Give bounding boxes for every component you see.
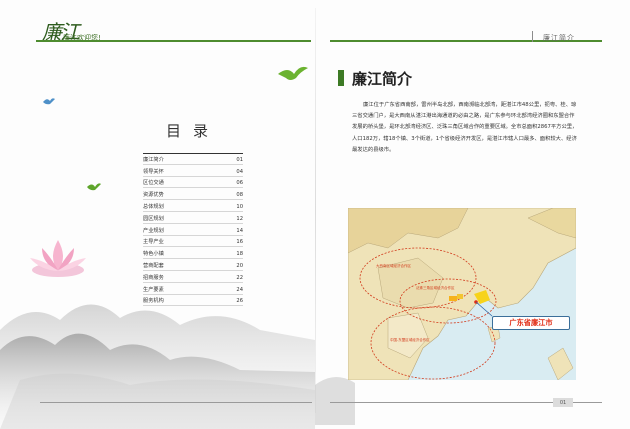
location-callout: 广东省廉江市	[492, 316, 570, 330]
toc-title: 目录	[166, 122, 221, 140]
toc-item-page: 14	[236, 227, 243, 234]
toc-item-page: 20	[236, 262, 243, 269]
lotus-flower-illustration	[30, 240, 86, 277]
toc-item-label: 服务机构	[143, 298, 164, 305]
toc-item[interactable]: 资源优势 08	[143, 188, 243, 201]
toc-item-label: 生产要素	[143, 286, 164, 293]
toc-item-label: 总体规划	[143, 203, 164, 210]
toc-item-label: 资源优势	[143, 192, 164, 199]
toc-item-label: 特色小镇	[143, 251, 164, 258]
zone-label-pan-prd: 泛珠三角区域经济合作区	[416, 286, 455, 290]
bird-icon	[278, 66, 308, 80]
brochure-spread: 廉江 廉江欢迎您! 廉江简介 目录 廉江简介 01 领导关怀 04 区位交通 0…	[0, 0, 630, 429]
toc-item[interactable]: 营商配套 20	[143, 259, 243, 271]
toc-item-page: 12	[236, 215, 243, 222]
toc-item-label: 廉江简介	[143, 156, 164, 163]
zone-label-asean: 中国-东盟区域经济合作区	[390, 338, 430, 342]
small-bird-icon	[43, 98, 55, 105]
toc-item-page: 26	[236, 298, 243, 305]
toc-item[interactable]: 特色小镇 18	[143, 247, 243, 260]
toc-item-page: 24	[236, 286, 243, 293]
toc-item[interactable]: 主导产业 16	[143, 236, 243, 248]
toc-item-page: 06	[236, 180, 243, 187]
toc-item-page: 22	[236, 274, 243, 281]
footer-rule-left	[40, 402, 312, 403]
section-tab: 廉江简介	[543, 34, 575, 42]
toc-item[interactable]: 廉江简介 01	[143, 153, 243, 165]
toc-item-label: 领导关怀	[143, 168, 164, 175]
section-tab-mark	[532, 31, 533, 42]
small-bird-icon-2	[87, 183, 101, 191]
map-illustration	[348, 208, 576, 380]
toc-item-label: 营商配套	[143, 262, 164, 269]
toc-item[interactable]: 产业规划 14	[143, 224, 243, 236]
zone-label-southwest: 大西南区域经济合作区	[376, 264, 411, 268]
page-number: 01	[553, 398, 573, 407]
toc-item-page: 10	[236, 203, 243, 210]
toc-item[interactable]: 区位交通 06	[143, 177, 243, 189]
toc-item-page: 18	[236, 251, 243, 258]
page-title: 廉江简介	[352, 70, 413, 88]
regional-map: 大西南区域经济合作区 泛珠三角区域经济合作区 中国-东盟区域经济合作区	[348, 208, 576, 380]
toc-item[interactable]: 总体规划 10	[143, 200, 243, 212]
toc-item[interactable]: 领导关怀 04	[143, 165, 243, 177]
toc-item-page: 08	[236, 192, 243, 199]
toc-item-label: 主导产业	[143, 239, 164, 246]
toc-item[interactable]: 生产要素 24	[143, 283, 243, 295]
toc-item-label: 区位交通	[143, 180, 164, 187]
toc-item[interactable]: 园区规划 12	[143, 212, 243, 224]
toc-item-label: 招商服务	[143, 274, 164, 281]
title-accent-bar	[338, 70, 344, 86]
toc-item-page: 04	[236, 168, 243, 175]
toc-item-label: 园区规划	[143, 215, 164, 222]
toc-item-page: 01	[236, 156, 243, 163]
toc-item-page: 16	[236, 239, 243, 246]
toc-item[interactable]: 服务机构 26	[143, 295, 243, 307]
intro-paragraph: 廉江位于广东省西南部，雷州半岛北部，西南濒临北部湾，距湛江市48公里，扼粤、桂、…	[352, 102, 578, 153]
toc-list: 廉江简介 01 领导关怀 04 区位交通 06 资源优势 08 总体规划 10 园区规划 12 产业规划…	[143, 153, 243, 307]
toc-item-label: 产业规划	[143, 227, 164, 234]
toc-item[interactable]: 招商服务 22	[143, 271, 243, 283]
